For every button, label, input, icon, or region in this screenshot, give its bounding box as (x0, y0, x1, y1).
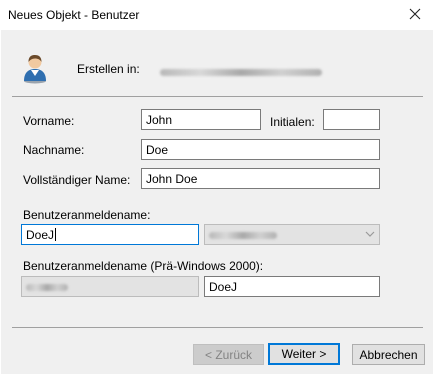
last-name-label: Nachname: (23, 143, 85, 157)
logon-name-value: DoeJ (26, 228, 55, 242)
pre2000-name-field[interactable]: DoeJ (204, 276, 380, 297)
full-name-label: Vollständiger Name: (23, 173, 131, 187)
create-in-path (160, 65, 322, 79)
separator-top (12, 96, 423, 97)
logon-name-label: Benutzeranmeldename: (23, 208, 151, 222)
back-button[interactable]: < Zurück (193, 344, 264, 365)
text-caret (55, 228, 57, 241)
close-button[interactable] (402, 3, 428, 25)
cancel-button[interactable]: Abbrechen (352, 344, 425, 365)
domain-suffix-value (209, 232, 277, 240)
separator-bottom (12, 327, 423, 328)
pre2000-domain-value (26, 284, 68, 292)
chevron-down-icon (365, 231, 375, 237)
last-name-field[interactable]: Doe (141, 139, 380, 160)
dialog-client-area (1, 30, 433, 374)
title-bar: Neues Objekt - Benutzer (0, 0, 434, 30)
first-name-label: Vorname: (23, 114, 75, 128)
create-in-label: Erstellen in: (77, 62, 140, 76)
initials-label: Initialen: (270, 115, 315, 129)
full-name-field[interactable]: John Doe (141, 168, 380, 189)
initials-field[interactable] (323, 109, 380, 130)
next-button[interactable]: Weiter > (268, 343, 340, 365)
logon-name-field[interactable]: DoeJ (21, 224, 199, 245)
domain-suffix-select (204, 224, 380, 245)
first-name-field[interactable]: John (141, 109, 261, 130)
close-icon (409, 8, 421, 20)
user-icon (24, 55, 46, 84)
window-title: Neues Objekt - Benutzer (8, 8, 140, 22)
pre2000-label: Benutzeranmeldename (Prä-Windows 2000): (23, 259, 264, 273)
pre2000-domain-field (21, 276, 199, 297)
